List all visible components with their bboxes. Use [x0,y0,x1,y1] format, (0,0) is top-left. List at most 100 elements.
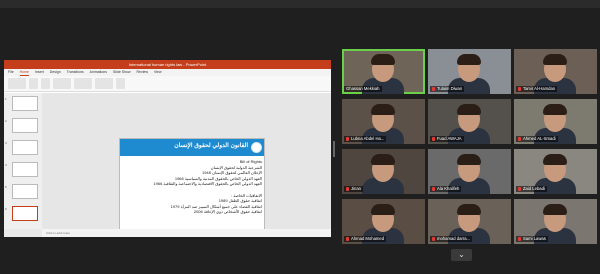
thumbnail-number: 5 [5,185,7,189]
thumbnail-number: 4 [5,163,7,167]
participant-hair [457,54,481,65]
slide-line: اتفاقية حقوق الأشخاص ذوي الإعاقة 2006 [193,209,262,215]
tab-animations[interactable]: Animations [90,69,107,76]
muted-mic-icon [518,187,521,191]
participant-hair [543,104,567,115]
tab-file[interactable]: File [8,69,14,76]
participant-name: Zaid Lebadi [516,186,547,192]
slide-thumbnail[interactable] [12,206,38,221]
tab-home[interactable]: Home [19,69,29,76]
thumbnail-number: 6 [5,207,7,211]
slide-canvas: القانون الدولي لحقوق الإنسان Bill of Rig… [42,93,331,237]
participant-name-text: Sami Lawas [523,236,546,241]
participant-name: mohamad darra... [430,236,473,242]
slide-thumbnails: 1 2 3 4 5 6 [4,93,42,229]
window-title: International human rights law - PowerPo… [128,62,207,67]
slide-title: القانون الدولي لحقوق الإنسان [174,143,248,149]
ribbon-tabs: File Home Insert Design Transitions Animation… [4,69,331,76]
ribbon-toolbar [4,76,331,92]
participant-name-text: Ghassan Mekkiah [346,86,380,91]
slide-thumbnail[interactable] [12,96,38,111]
participant-name-text: Lubna Abdel Ha... [351,136,385,141]
participant-name-text: Zaid Lebadi [523,186,545,191]
un-emblem-icon [251,142,262,153]
font-group[interactable] [53,78,71,89]
slide-thumbnail[interactable] [12,184,38,199]
layout-button[interactable] [41,78,50,89]
participant-hair [543,204,567,215]
participant-tile[interactable]: Ghassan Mekkiah [342,49,425,94]
tab-insert[interactable]: Insert [35,69,44,76]
slide-thumbnail[interactable] [12,118,38,133]
participant-tile[interactable]: Sami Lawas [514,199,597,244]
tab-view[interactable]: View [154,69,162,76]
participant-tile[interactable]: Fuad AWAJA [428,99,511,144]
collapse-gallery-button[interactable]: ⌄ [451,249,472,261]
participant-name: Ghassan Mekkiah [344,86,382,92]
slide-header: القانون الدولي لحقوق الإنسان [120,139,264,156]
participant-name-text: mohamad darra... [437,236,471,241]
participant-name-text: Ahmad Mohamed [351,236,385,241]
muted-mic-icon [518,87,521,91]
participant-hair [371,154,395,165]
muted-mic-icon [432,87,435,91]
participant-name-text: Ala Khalifeh [437,186,460,191]
participant-tile[interactable]: Tulaim Diwan [428,49,511,94]
muted-mic-icon [346,137,349,141]
participant-tile[interactable]: Ala Khalifeh [428,149,511,194]
top-bar [0,0,600,8]
participant-name-text: Jinan [351,186,362,191]
participant-tile[interactable]: Zaid Lebadi [514,149,597,194]
participant-hair [543,154,567,165]
participant-hair [457,104,481,115]
thumbnail-number: 3 [5,141,7,145]
muted-mic-icon [432,187,435,191]
participant-tile[interactable]: Tamir Al-Hamdan [514,49,597,94]
muted-mic-icon [346,237,349,241]
current-slide: القانون الدولي لحقوق الإنسان Bill of Rig… [119,138,265,237]
paste-button[interactable] [8,78,26,89]
participant-hair [457,204,481,215]
participant-name: Ahmed AL-Smadi [516,136,558,142]
participant-name-text: Ahmed AL-Smadi [523,136,556,141]
thumbnail-number: 2 [5,119,7,123]
participant-name-text: Fuad AWAJA [437,136,462,141]
slide-thumbnail[interactable] [12,140,38,155]
participant-hair [371,54,395,65]
participant-name: Fuad AWAJA [430,136,464,142]
find-button[interactable] [116,78,125,89]
muted-mic-icon [518,237,521,241]
tab-design[interactable]: Design [50,69,61,76]
participant-hair [543,54,567,65]
tab-transitions[interactable]: Transitions [67,69,84,76]
slide-body: Bill of Rights الشرعية الدولية لحقوق الإن… [124,159,262,215]
participant-name: Sami Lawas [516,236,548,242]
slide-thumbnail[interactable] [12,162,38,177]
participant-hair [371,204,395,215]
participant-name: Jinan [344,186,364,192]
new-slide-button[interactable] [29,78,38,89]
chevron-down-icon: ⌄ [458,250,465,259]
participant-name: Tamir Al-Hamdan [516,86,558,92]
participant-tile[interactable]: mohamad darra... [428,199,511,244]
participant-tile[interactable]: Jinan [342,149,425,194]
muted-mic-icon [432,237,435,241]
notes-pane[interactable]: Click to add notes [42,229,331,237]
tab-review[interactable]: Review [137,69,148,76]
drawing-group[interactable] [95,78,113,89]
paragraph-group[interactable] [74,78,92,89]
muted-mic-icon [518,137,521,141]
participant-hair [371,104,395,115]
window-controls[interactable] [315,60,331,69]
muted-mic-icon [432,137,435,141]
participant-name: Lubna Abdel Ha... [344,136,387,142]
participant-hair [457,154,481,165]
muted-mic-icon [346,187,349,191]
participant-tile[interactable]: Lubna Abdel Ha... [342,99,425,144]
split-handle[interactable] [333,141,335,157]
participant-tile[interactable]: Ahmad Mohamed [342,199,425,244]
participant-tile[interactable]: Ahmed AL-Smadi [514,99,597,144]
participant-name-text: Tamir Al-Hamdan [523,86,556,91]
tab-slide-show[interactable]: Slide Show [113,69,131,76]
participant-name-text: Tulaim Diwan [437,86,463,91]
